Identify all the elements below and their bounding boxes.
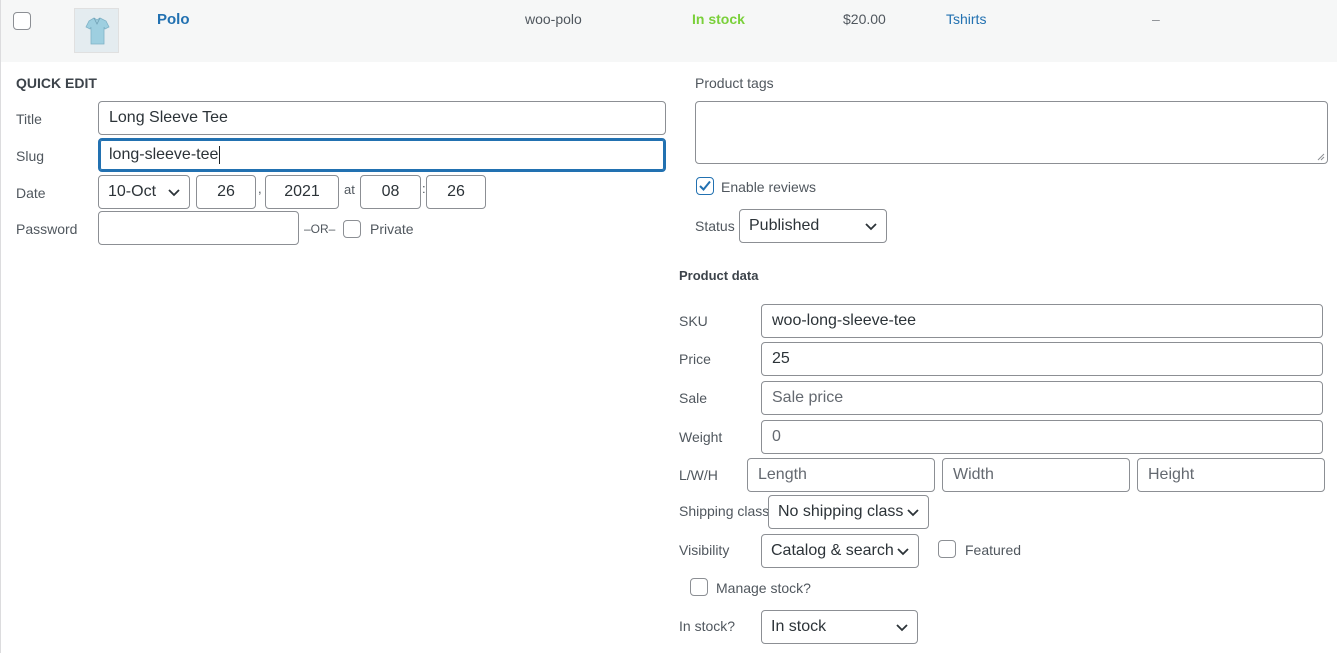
sale-price-input[interactable]: Sale price [761,381,1323,415]
in-stock-label: In stock? [679,618,736,634]
row-select-checkbox[interactable] [13,12,31,30]
chevron-down-icon [897,548,909,556]
shipping-class-label: Shipping class [679,503,770,519]
stock-status-select[interactable]: In stock [761,610,918,644]
sale-label: Sale [679,390,708,406]
visibility-select[interactable]: Catalog & search [761,534,919,568]
date-hour-input[interactable]: 08 [360,175,421,209]
product-thumbnail[interactable] [74,8,119,53]
manage-stock-checkbox[interactable] [690,578,708,596]
date-month-select[interactable]: 10-Oct [98,175,190,209]
date-year-input[interactable]: 2021 [265,175,339,209]
product-tags-textarea[interactable] [695,101,1328,164]
stock-status: In stock [692,11,745,27]
date-at-text: at [344,182,355,197]
dimensions-label: L/W/H [679,467,718,483]
date-minute-input[interactable]: 26 [426,175,486,209]
chevron-down-icon [896,624,908,632]
title-label: Title [16,111,42,127]
product-tags-empty: – [1152,11,1160,27]
or-separator: –OR– [304,222,336,236]
enable-reviews-label: Enable reviews [721,179,816,195]
private-label: Private [370,221,414,237]
chevron-down-icon [907,509,919,517]
text-cursor [219,146,221,164]
featured-label: Featured [965,542,1022,558]
quick-edit-page: Polo woo-polo In stock $20.00 Tshirts – … [0,0,1337,653]
date-day-input[interactable]: 26 [196,175,256,209]
chevron-down-icon [168,189,180,197]
category-link[interactable]: Tshirts [946,11,986,27]
sku-input[interactable]: woo-long-sleeve-tee [761,304,1323,338]
private-checkbox[interactable] [343,220,361,238]
product-sku: woo-polo [525,11,582,27]
product-data-heading: Product data [679,268,759,283]
length-input[interactable]: Length [747,458,935,492]
weight-input[interactable]: 0 [761,420,1323,454]
price-input[interactable]: 25 [761,342,1323,376]
table-row: Polo woo-polo In stock $20.00 Tshirts – [1,0,1337,62]
manage-stock-label: Manage stock? [716,580,811,596]
quick-edit-heading: QUICK EDIT [16,75,97,91]
resize-grip-icon[interactable] [1315,151,1325,161]
polo-shirt-icon [85,17,110,45]
weight-label: Weight [679,429,723,445]
product-price: $20.00 [843,11,886,27]
shipping-class-select[interactable]: No shipping class [768,495,929,529]
visibility-label: Visibility [679,542,730,558]
slug-input[interactable]: long-sleeve-tee [98,138,666,172]
slug-label: Slug [16,148,45,164]
featured-checkbox[interactable] [938,540,956,558]
date-separator: , [258,181,262,196]
date-label: Date [16,185,46,201]
status-label: Status [695,218,735,234]
price-label: Price [679,351,711,367]
chevron-down-icon [865,223,877,231]
product-name-link[interactable]: Polo [157,11,190,28]
product-tags-label: Product tags [695,75,774,91]
password-label: Password [16,221,78,237]
height-input[interactable]: Height [1137,458,1325,492]
status-select[interactable]: Published [739,209,887,243]
enable-reviews-checkbox[interactable] [696,177,714,195]
title-input[interactable]: Long Sleeve Tee [98,101,666,135]
width-input[interactable]: Width [942,458,1130,492]
checkmark-icon [699,180,711,191]
sku-label: SKU [679,313,708,329]
password-input[interactable] [98,211,299,245]
